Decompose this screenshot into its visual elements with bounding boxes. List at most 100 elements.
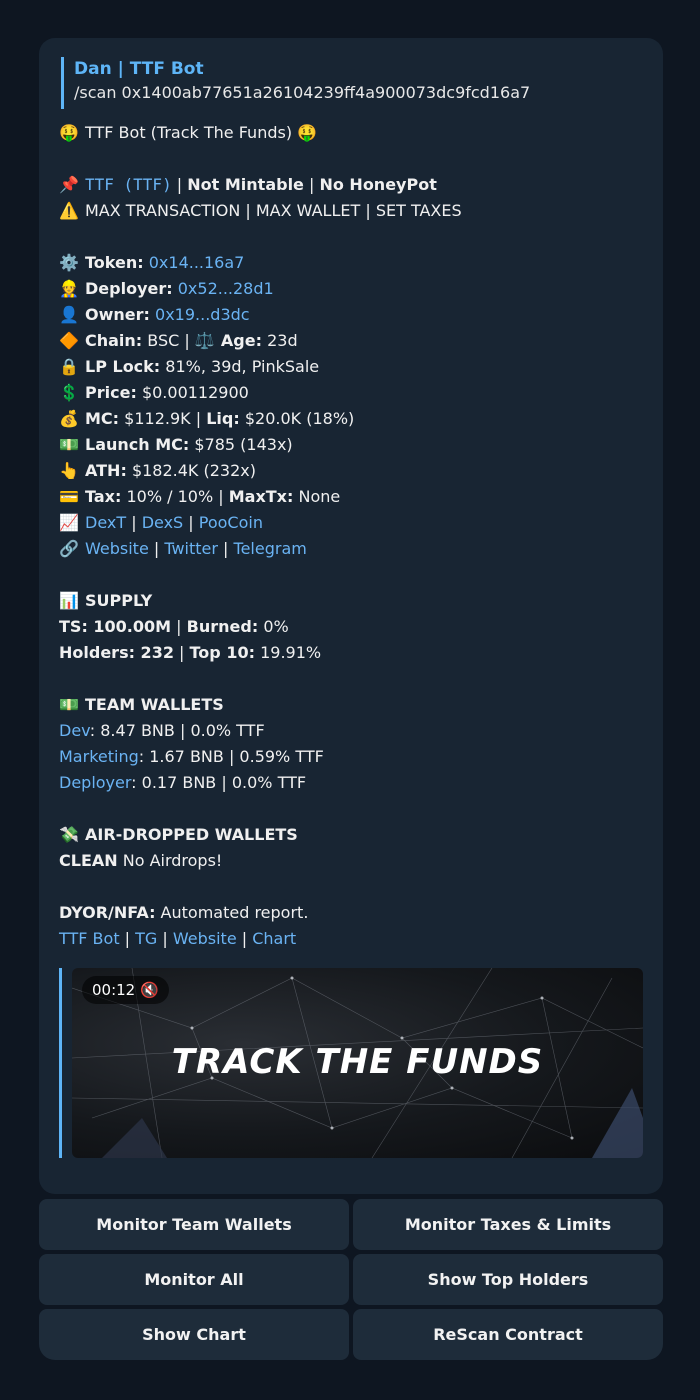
mc-value: $112.9K bbox=[124, 409, 191, 428]
message-bubble: Dan | TTF Bot /scan 0x1400ab77651a261042… bbox=[39, 38, 663, 1194]
social-links-line: 🔗 Website | Twitter | Telegram bbox=[59, 536, 649, 562]
keyboard-row: Monitor All Show Top Holders bbox=[39, 1254, 663, 1305]
marketing-wallet-link[interactable]: Marketing bbox=[59, 747, 139, 766]
separator: | bbox=[303, 175, 320, 194]
telegram-link[interactable]: Telegram bbox=[234, 539, 307, 558]
chart-links-line: 📈 DexT | DexS | PooCoin bbox=[59, 510, 649, 536]
deployer-line: 👷 Deployer: 0x52...28d1 bbox=[59, 276, 649, 302]
footer-website-link[interactable]: Website bbox=[173, 929, 237, 948]
header-title: TTF Bot (Track The Funds) bbox=[85, 123, 293, 142]
tax-line: 💳 Tax: 10% / 10% | MaxTx: None bbox=[59, 484, 649, 510]
website-link[interactable]: Website bbox=[85, 539, 149, 558]
dext-link[interactable]: DexT bbox=[85, 513, 126, 532]
price-value: $0.00112900 bbox=[141, 383, 249, 402]
user-icon: 👤 bbox=[59, 305, 79, 324]
separator: | bbox=[173, 643, 190, 662]
ts-label: TS: 100.00M bbox=[59, 617, 172, 636]
burned-value: 0% bbox=[263, 617, 289, 636]
separator: | bbox=[171, 617, 187, 636]
dexs-link[interactable]: DexS bbox=[142, 513, 184, 532]
holders-label: Holders: 232 bbox=[59, 643, 174, 662]
mintable-status: Not Mintable bbox=[187, 175, 304, 194]
show-chart-button[interactable]: Show Chart bbox=[39, 1309, 349, 1360]
video-title: TRACK THE FUNDS bbox=[171, 1042, 544, 1082]
separator: | bbox=[183, 513, 199, 532]
keyboard-row: Show Chart ReScan Contract bbox=[39, 1309, 663, 1360]
owner-label: Owner: bbox=[85, 305, 150, 324]
top10-label: Top 10: bbox=[189, 643, 255, 662]
warning-line: ⚠️ MAX TRANSACTION | MAX WALLET | SET TAX… bbox=[59, 198, 649, 224]
airdrop-clean: CLEAN bbox=[59, 851, 118, 870]
monitor-team-wallets-button[interactable]: Monitor Team Wallets bbox=[39, 1199, 349, 1250]
team-title: TEAM WALLETS bbox=[85, 695, 224, 714]
airdrop-title-line: 💸 AIR-DROPPED WALLETS bbox=[59, 822, 649, 848]
lp-lock-line: 🔒 LP Lock: 81%, 39d, PinkSale bbox=[59, 354, 649, 380]
monitor-taxes-limits-button[interactable]: Monitor Taxes & Limits bbox=[353, 1199, 663, 1250]
message-content: 🤑 TTF Bot (Track The Funds) 🤑 📌 TTF (TTF) … bbox=[59, 120, 649, 952]
maxtx-label: MaxTx: bbox=[228, 487, 294, 506]
deployer-wallet-link[interactable]: Deployer bbox=[59, 773, 131, 792]
bar-chart-icon: 📊 bbox=[59, 591, 79, 610]
owner-address-link[interactable]: 0x19...d3dc bbox=[155, 305, 250, 324]
video-player[interactable]: 00:12 🔇 TRACK THE FUNDS bbox=[72, 968, 643, 1158]
separator: | bbox=[190, 409, 207, 428]
poocoin-link[interactable]: PooCoin bbox=[199, 513, 263, 532]
marketing-wallet-value: : 1.67 BNB | 0.59% TTF bbox=[138, 747, 324, 766]
deployer-address-link[interactable]: 0x52...28d1 bbox=[178, 279, 274, 298]
airdrop-status-line: CLEAN No Airdrops! bbox=[59, 848, 649, 874]
rescan-contract-button[interactable]: ReScan Contract bbox=[353, 1309, 663, 1360]
lock-icon: 🔒 bbox=[59, 357, 79, 376]
team-deployer-line: Deployer: 0.17 BNB | 0.0% TTF bbox=[59, 770, 649, 796]
token-line: ⚙️ Token: 0x14...16a7 bbox=[59, 250, 649, 276]
launch-mc-line: 💵 Launch MC: $785 (143x) bbox=[59, 432, 649, 458]
maxtx-value: None bbox=[298, 487, 341, 506]
tg-link[interactable]: TG bbox=[135, 929, 157, 948]
scales-icon: ⚖️ bbox=[194, 331, 215, 350]
warning-text: MAX TRANSACTION | MAX WALLET | SET TAXES bbox=[85, 201, 462, 220]
launch-mc-label: Launch MC: bbox=[85, 435, 190, 454]
separator: | bbox=[157, 929, 173, 948]
ttf-bot-link[interactable]: TTF Bot bbox=[59, 929, 120, 948]
team-title-line: 💵 TEAM WALLETS bbox=[59, 692, 649, 718]
video-time-badge: 00:12 🔇 bbox=[82, 976, 169, 1004]
video-time: 00:12 bbox=[92, 981, 136, 999]
honeypot-status: No HoneyPot bbox=[319, 175, 437, 194]
warning-icon: ⚠️ bbox=[59, 201, 79, 220]
gear-icon: ⚙️ bbox=[59, 253, 79, 272]
owner-line: 👤 Owner: 0x19...d3dc bbox=[59, 302, 649, 328]
top10-value: 19.91% bbox=[260, 643, 322, 662]
tax-value: 10% / 10% bbox=[126, 487, 214, 506]
token-address-link[interactable]: 0x14...16a7 bbox=[149, 253, 245, 272]
inline-keyboard: Monitor Team Wallets Monitor Taxes & Lim… bbox=[39, 1199, 663, 1364]
keyboard-row: Monitor Team Wallets Monitor Taxes & Lim… bbox=[39, 1199, 663, 1250]
dev-wallet-value: : 8.47 BNB | 0.0% TTF bbox=[89, 721, 265, 740]
diamond-icon: 🔶 bbox=[59, 331, 79, 350]
money-bag-icon: 💰 bbox=[59, 409, 79, 428]
money-face-icon: 🤑 bbox=[297, 123, 318, 142]
age-label: Age: bbox=[220, 331, 262, 350]
chain-label: Chain: bbox=[85, 331, 143, 350]
ath-label: ATH: bbox=[85, 461, 127, 480]
show-top-holders-button[interactable]: Show Top Holders bbox=[353, 1254, 663, 1305]
mc-label: MC: bbox=[85, 409, 120, 428]
worker-icon: 👷 bbox=[59, 279, 79, 298]
supply-ts-line: TS: 100.00M | Burned: 0% bbox=[59, 614, 649, 640]
ath-line: 👆 ATH: $182.4K (232x) bbox=[59, 458, 649, 484]
banknote-icon: 💵 bbox=[59, 435, 79, 454]
chain-value: BSC bbox=[147, 331, 180, 350]
dev-wallet-link[interactable]: Dev bbox=[59, 721, 90, 740]
team-dev-line: Dev: 8.47 BNB | 0.0% TTF bbox=[59, 718, 649, 744]
reply-quote[interactable]: Dan | TTF Bot /scan 0x1400ab77651a261042… bbox=[61, 57, 641, 109]
twitter-link[interactable]: Twitter bbox=[164, 539, 218, 558]
burned-label: Burned: bbox=[186, 617, 259, 636]
separator: | bbox=[148, 539, 165, 558]
supply-title-line: 📊 SUPPLY bbox=[59, 588, 649, 614]
chart-link[interactable]: Chart bbox=[252, 929, 296, 948]
monitor-all-button[interactable]: Monitor All bbox=[39, 1254, 349, 1305]
link-icon: 🔗 bbox=[59, 539, 79, 558]
mute-icon[interactable]: 🔇 bbox=[140, 981, 159, 999]
token-name-code[interactable]: TTF (TTF) bbox=[85, 175, 172, 194]
